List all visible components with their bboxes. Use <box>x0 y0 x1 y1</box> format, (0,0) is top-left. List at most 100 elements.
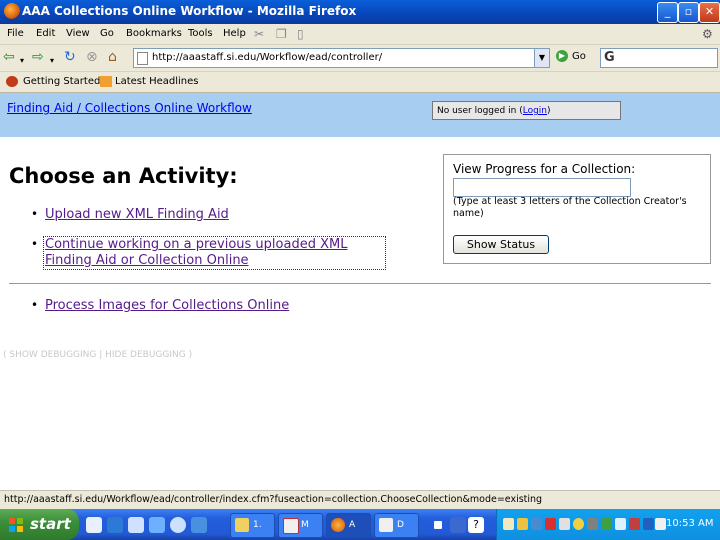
tray-icon[interactable] <box>629 518 640 530</box>
show-status-button[interactable]: Show Status <box>453 235 549 254</box>
window-title: AAA Collections Online Workflow - Mozill… <box>22 4 357 18</box>
back-dropdown-icon[interactable]: ▾ <box>20 53 24 69</box>
mail-tray-icon[interactable] <box>503 518 514 530</box>
tray-icon[interactable] <box>517 518 528 530</box>
desktop-icon[interactable] <box>86 517 102 533</box>
quicklaunch-icon[interactable] <box>149 517 165 533</box>
input-hint: (Type at least 3 letters of the Collecti… <box>453 196 687 219</box>
document-icon <box>379 518 393 532</box>
stop-icon[interactable]: ⊗ <box>86 49 98 65</box>
login-prefix: No user logged in ( <box>437 106 523 116</box>
taskbar-item-label: 1. <box>253 520 262 530</box>
divider <box>9 283 711 284</box>
continue-working-link-line2[interactable]: Finding Aid or Collection Online <box>45 253 249 269</box>
tray-icon[interactable] <box>615 518 626 530</box>
close-button[interactable]: ✕ <box>699 2 720 23</box>
taskbar-item-label: A <box>349 520 356 530</box>
bullet: • <box>31 207 39 221</box>
bullet: • <box>31 298 39 312</box>
throbber-icon: ⚙ <box>702 27 713 41</box>
menu-bookmarks[interactable]: Bookmarks <box>126 28 182 39</box>
maximize-button[interactable]: ▫ <box>678 2 699 23</box>
go-button[interactable]: ▶ Go <box>556 50 586 62</box>
tray-icon[interactable] <box>573 518 584 530</box>
menu-file[interactable]: File <box>7 28 24 39</box>
google-logo-icon: G <box>604 50 615 65</box>
login-suffix: ) <box>547 106 551 116</box>
getting-started-icon <box>6 76 18 87</box>
tray-icon[interactable] <box>587 518 598 530</box>
outlook-icon[interactable] <box>128 517 144 533</box>
taskbar-item[interactable]: 1. <box>230 513 275 538</box>
minimize-button[interactable]: _ <box>657 2 678 23</box>
network-icon[interactable] <box>643 518 654 530</box>
navigation-toolbar: ⇦ ▾ ⇨ ▾ ↻ ⊗ ⌂ http://aaastaff.si.edu/Wor… <box>0 45 720 72</box>
url-text: http://aaastaff.si.edu/Workflow/ead/cont… <box>152 52 383 63</box>
firefox-icon <box>4 3 20 19</box>
menu-tools[interactable]: Tools <box>188 28 213 39</box>
bookmark-getting-started[interactable]: Getting Started <box>23 76 100 87</box>
copy-icon[interactable]: ❐ <box>276 27 287 41</box>
taskbar-item-label: D <box>397 520 404 530</box>
process-images-link[interactable]: Process Images for Collections Online <box>45 298 289 314</box>
clock: 10:53 AM <box>666 518 714 529</box>
menu-help[interactable]: Help <box>223 28 246 39</box>
bookmark-latest-headlines[interactable]: Latest Headlines <box>115 76 199 87</box>
forward-arrow-icon[interactable]: ⇨ <box>32 49 44 65</box>
taskbar-item[interactable]: M <box>278 513 323 538</box>
help-icon[interactable]: ? <box>468 517 484 533</box>
bookmarks-toolbar: Getting Started Latest Headlines <box>0 72 720 93</box>
collection-creator-input[interactable] <box>453 178 631 197</box>
menu-edit[interactable]: Edit <box>36 28 55 39</box>
expand-icon[interactable] <box>434 521 442 529</box>
taskbar-item-label: M <box>301 520 309 530</box>
go-label: Go <box>572 51 586 62</box>
tray-icon[interactable] <box>531 518 542 530</box>
flag-icon[interactable] <box>545 518 556 530</box>
view-progress-title: View Progress for a Collection: <box>453 162 636 176</box>
ie-icon[interactable] <box>107 517 123 533</box>
start-label: start <box>30 515 71 533</box>
taskbar: start 1. M A D ? 10:53 AM <box>0 509 720 540</box>
paste-icon[interactable]: ▯ <box>297 27 304 41</box>
login-status: No user logged in (Login) <box>432 101 621 120</box>
quicklaunch-icon[interactable] <box>191 517 207 533</box>
page-title: Choose an Activity: <box>9 164 238 188</box>
quicklaunch-icon[interactable] <box>170 517 186 533</box>
mail-icon <box>283 518 299 534</box>
view-progress-panel: View Progress for a Collection: (Type at… <box>443 154 711 264</box>
status-text: http://aaastaff.si.edu/Workflow/ead/cont… <box>4 494 543 505</box>
menu-view[interactable]: View <box>66 28 90 39</box>
bullet: • <box>31 237 39 251</box>
back-arrow-icon[interactable]: ⇦ <box>3 49 15 65</box>
upload-finding-aid-link[interactable]: Upload new XML Finding Aid <box>45 207 229 223</box>
url-dropdown-icon[interactable]: ▼ <box>534 49 549 67</box>
volume-icon[interactable] <box>655 518 666 530</box>
tray-icon[interactable] <box>601 518 612 530</box>
forward-dropdown-icon[interactable]: ▾ <box>50 53 54 69</box>
firefox-icon <box>331 518 345 532</box>
cut-icon[interactable]: ✂ <box>254 27 264 41</box>
folder-icon <box>235 518 249 532</box>
menu-go[interactable]: Go <box>100 28 114 39</box>
page-icon <box>137 52 148 65</box>
reload-icon[interactable]: ↻ <box>64 49 76 65</box>
taskbar-item-active[interactable]: A <box>326 513 371 538</box>
home-icon[interactable]: ⌂ <box>108 49 117 65</box>
menu-bar: File Edit View Go Bookmarks Tools Help ✂… <box>0 24 720 45</box>
page-header: Finding Aid / Collections Online Workflo… <box>0 93 720 137</box>
login-link[interactable]: Login <box>523 106 547 116</box>
go-arrow-icon: ▶ <box>556 50 568 62</box>
window-title-bar[interactable]: AAA Collections Online Workflow - Mozill… <box>0 0 720 24</box>
windows-flag-icon <box>9 518 23 532</box>
url-field[interactable]: http://aaastaff.si.edu/Workflow/ead/cont… <box>133 48 550 68</box>
debug-links[interactable]: ( SHOW DEBUGGING | HIDE DEBUGGING ) <box>3 350 192 360</box>
taskbar-item[interactable]: D <box>374 513 419 538</box>
tray-icon[interactable] <box>559 518 570 530</box>
continue-working-link[interactable]: Continue working on a previous uploaded … <box>45 237 347 253</box>
quicklaunch-icon[interactable] <box>450 517 466 533</box>
breadcrumb[interactable]: Finding Aid / Collections Online Workflo… <box>7 101 252 115</box>
rss-feed-icon <box>100 76 112 87</box>
search-field[interactable]: G <box>600 48 718 68</box>
start-button[interactable]: start <box>0 509 79 540</box>
